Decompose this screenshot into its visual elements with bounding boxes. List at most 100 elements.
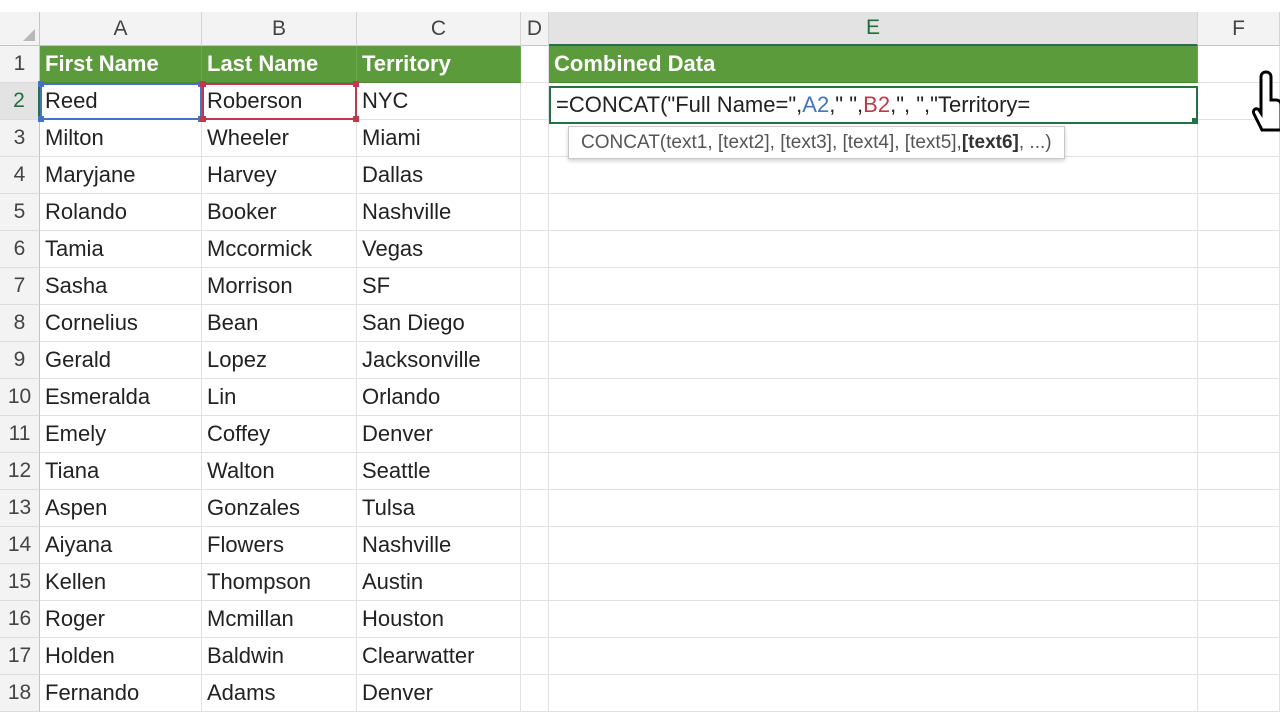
cell-f8[interactable] bbox=[1198, 305, 1280, 342]
cell-b1[interactable]: Last Name bbox=[202, 46, 357, 83]
cell-b13[interactable]: Gonzales bbox=[202, 490, 357, 527]
cell-d9[interactable] bbox=[521, 342, 549, 379]
cell-b5[interactable]: Booker bbox=[202, 194, 357, 231]
cell-c14[interactable]: Nashville bbox=[357, 527, 521, 564]
row-header-10[interactable]: 10 bbox=[0, 379, 40, 416]
cell-d3[interactable] bbox=[521, 120, 549, 157]
cell-c7[interactable]: SF bbox=[357, 268, 521, 305]
cell-c13[interactable]: Tulsa bbox=[357, 490, 521, 527]
cell-e1[interactable]: Combined Data bbox=[549, 46, 1198, 83]
cell-b3[interactable]: Wheeler bbox=[202, 120, 357, 157]
fill-handle[interactable] bbox=[1191, 117, 1196, 122]
cell-b10[interactable]: Lin bbox=[202, 379, 357, 416]
cell-c11[interactable]: Denver bbox=[357, 416, 521, 453]
formula-edit-cell-e2[interactable]: =CONCAT("Full Name=", A2 ," ", B2 ,", ","Ter… bbox=[549, 86, 1198, 124]
cell-e4[interactable] bbox=[549, 157, 1198, 194]
cell-d17[interactable] bbox=[521, 638, 549, 675]
cell-b6[interactable]: Mccormick bbox=[202, 231, 357, 268]
reference-handle[interactable] bbox=[38, 81, 44, 87]
cell-c12[interactable]: Seattle bbox=[357, 453, 521, 490]
cell-a5[interactable]: Rolando bbox=[40, 194, 202, 231]
cell-d2[interactable] bbox=[521, 83, 549, 120]
cell-f11[interactable] bbox=[1198, 416, 1280, 453]
cell-a13[interactable]: Aspen bbox=[40, 490, 202, 527]
row-header-2[interactable]: 2 bbox=[0, 83, 40, 120]
cell-b4[interactable]: Harvey bbox=[202, 157, 357, 194]
cell-d13[interactable] bbox=[521, 490, 549, 527]
cell-a3[interactable]: Milton bbox=[40, 120, 202, 157]
row-header-11[interactable]: 11 bbox=[0, 416, 40, 453]
row-header-14[interactable]: 14 bbox=[0, 527, 40, 564]
cell-f16[interactable] bbox=[1198, 601, 1280, 638]
cell-f14[interactable] bbox=[1198, 527, 1280, 564]
cell-a7[interactable]: Sasha bbox=[40, 268, 202, 305]
cell-c6[interactable]: Vegas bbox=[357, 231, 521, 268]
cell-e15[interactable] bbox=[549, 564, 1198, 601]
cell-a4[interactable]: Maryjane bbox=[40, 157, 202, 194]
cell-f5[interactable] bbox=[1198, 194, 1280, 231]
cell-e11[interactable] bbox=[549, 416, 1198, 453]
cell-f12[interactable] bbox=[1198, 453, 1280, 490]
cell-e10[interactable] bbox=[549, 379, 1198, 416]
cell-e7[interactable] bbox=[549, 268, 1198, 305]
cell-d6[interactable] bbox=[521, 231, 549, 268]
cell-a14[interactable]: Aiyana bbox=[40, 527, 202, 564]
row-header-5[interactable]: 5 bbox=[0, 194, 40, 231]
row-header-18[interactable]: 18 bbox=[0, 675, 40, 712]
row-header-13[interactable]: 13 bbox=[0, 490, 40, 527]
cell-b18[interactable]: Adams bbox=[202, 675, 357, 712]
row-header-12[interactable]: 12 bbox=[0, 453, 40, 490]
cell-e18[interactable] bbox=[549, 675, 1198, 712]
cell-b15[interactable]: Thompson bbox=[202, 564, 357, 601]
cell-c10[interactable]: Orlando bbox=[357, 379, 521, 416]
cell-a10[interactable]: Esmeralda bbox=[40, 379, 202, 416]
select-all-corner[interactable] bbox=[0, 12, 40, 46]
cell-f7[interactable] bbox=[1198, 268, 1280, 305]
cell-c15[interactable]: Austin bbox=[357, 564, 521, 601]
cell-f18[interactable] bbox=[1198, 675, 1280, 712]
reference-handle[interactable] bbox=[353, 81, 359, 87]
column-header-f[interactable]: F bbox=[1198, 12, 1280, 46]
cell-d8[interactable] bbox=[521, 305, 549, 342]
row-header-8[interactable]: 8 bbox=[0, 305, 40, 342]
reference-handle[interactable] bbox=[38, 116, 44, 122]
cell-b11[interactable]: Coffey bbox=[202, 416, 357, 453]
column-header-a[interactable]: A bbox=[40, 12, 202, 46]
cell-d16[interactable] bbox=[521, 601, 549, 638]
cell-c5[interactable]: Nashville bbox=[357, 194, 521, 231]
cell-e13[interactable] bbox=[549, 490, 1198, 527]
cell-e8[interactable] bbox=[549, 305, 1198, 342]
cell-c9[interactable]: Jacksonville bbox=[357, 342, 521, 379]
cell-b9[interactable]: Lopez bbox=[202, 342, 357, 379]
cell-d11[interactable] bbox=[521, 416, 549, 453]
cell-f6[interactable] bbox=[1198, 231, 1280, 268]
cell-a11[interactable]: Emely bbox=[40, 416, 202, 453]
cell-f13[interactable] bbox=[1198, 490, 1280, 527]
cell-c4[interactable]: Dallas bbox=[357, 157, 521, 194]
cell-a12[interactable]: Tiana bbox=[40, 453, 202, 490]
reference-handle[interactable] bbox=[200, 116, 206, 122]
row-header-3[interactable]: 3 bbox=[0, 120, 40, 157]
cell-c1[interactable]: Territory bbox=[357, 46, 521, 83]
cell-c2[interactable]: NYC bbox=[357, 83, 521, 120]
cell-a18[interactable]: Fernando bbox=[40, 675, 202, 712]
row-header-1[interactable]: 1 bbox=[0, 46, 40, 83]
row-header-6[interactable]: 6 bbox=[0, 231, 40, 268]
cell-e5[interactable] bbox=[549, 194, 1198, 231]
cell-a1[interactable]: First Name bbox=[40, 46, 202, 83]
row-header-16[interactable]: 16 bbox=[0, 601, 40, 638]
cell-e9[interactable] bbox=[549, 342, 1198, 379]
reference-handle[interactable] bbox=[353, 116, 359, 122]
cell-f4[interactable] bbox=[1198, 157, 1280, 194]
cell-d15[interactable] bbox=[521, 564, 549, 601]
cell-d7[interactable] bbox=[521, 268, 549, 305]
cell-e17[interactable] bbox=[549, 638, 1198, 675]
cell-a16[interactable]: Roger bbox=[40, 601, 202, 638]
cell-c16[interactable]: Houston bbox=[357, 601, 521, 638]
cell-c3[interactable]: Miami bbox=[357, 120, 521, 157]
cell-d1[interactable] bbox=[521, 46, 549, 83]
reference-handle[interactable] bbox=[200, 81, 206, 87]
column-header-e[interactable]: E bbox=[549, 12, 1198, 46]
cell-a17[interactable]: Holden bbox=[40, 638, 202, 675]
cell-f9[interactable] bbox=[1198, 342, 1280, 379]
